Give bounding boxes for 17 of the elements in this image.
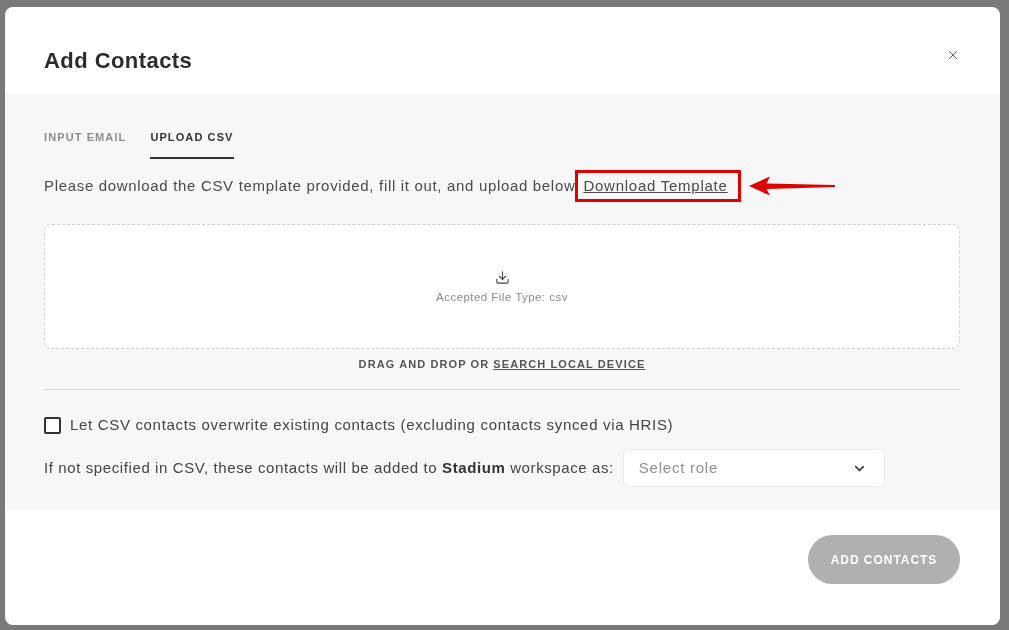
close-button[interactable] <box>946 48 960 62</box>
download-icon <box>494 269 510 285</box>
role-select[interactable]: Select role <box>622 449 885 487</box>
dialog-title: Add Contacts <box>44 47 193 75</box>
search-local-device-link[interactable]: SEARCH LOCAL DEVICE <box>493 358 646 370</box>
drag-drop-label: DRAG AND DROP OR <box>358 358 490 370</box>
close-icon <box>946 48 960 62</box>
overwrite-label: Let CSV contacts overwrite existing contacts (excluding contacts synced via HRIS) <box>70 415 674 435</box>
instruction-text: Please download the CSV template provided, fill it out, and upload below <box>44 176 576 196</box>
tab[interactable]: UPLOAD CSV <box>150 130 234 159</box>
arrow-icon <box>748 176 835 196</box>
file-dropzone[interactable]: Accepted File Type: csv <box>44 224 960 349</box>
tab[interactable]: INPUT EMAIL <box>44 130 127 159</box>
download-template-link[interactable]: Download Template <box>583 176 728 196</box>
overwrite-checkbox[interactable] <box>44 416 61 434</box>
accepted-file-type-text: Accepted File Type: csv <box>436 289 568 304</box>
role-label: If not specified in CSV, these contacts will be added to Stadium workspace as: <box>44 458 614 478</box>
